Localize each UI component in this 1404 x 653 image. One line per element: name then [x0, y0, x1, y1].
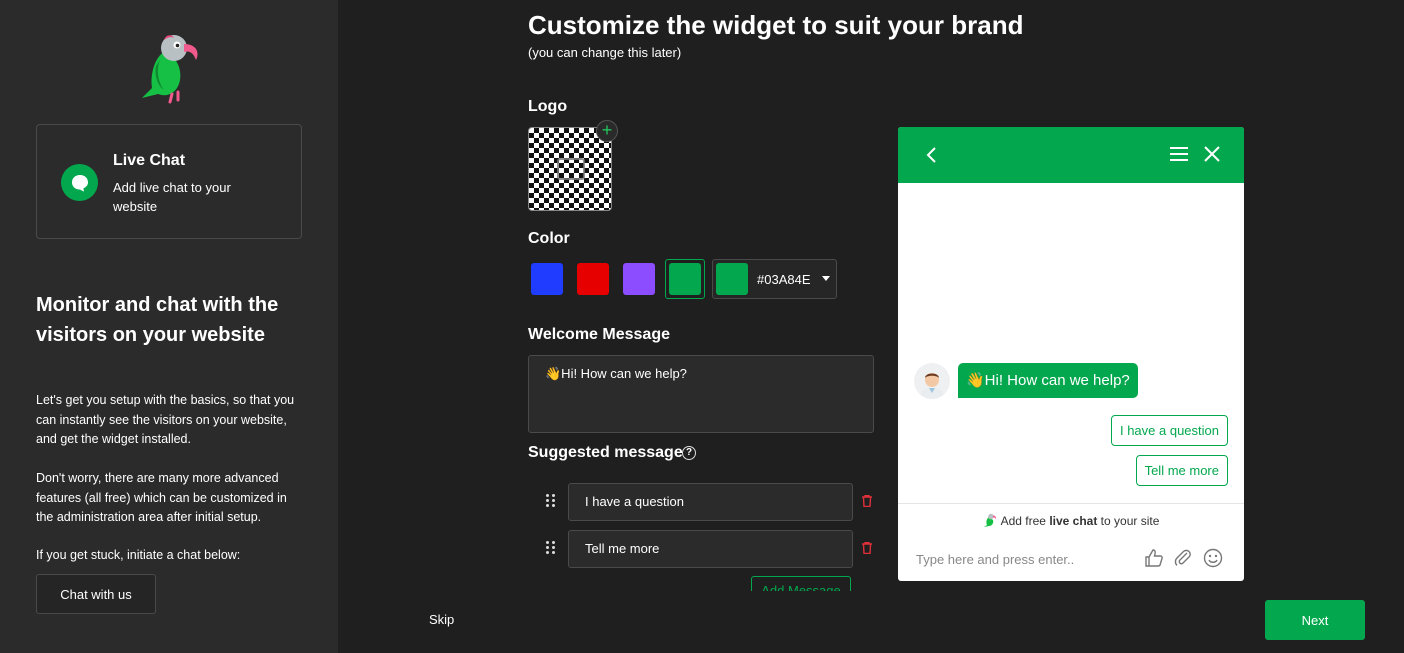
widget-suggestion-button[interactable]: Tell me more: [1135, 455, 1228, 486]
custom-color-picker[interactable]: #03A84E: [712, 259, 837, 299]
skip-link[interactable]: Skip: [429, 612, 454, 627]
branding-prefix: Add free: [1000, 514, 1050, 528]
widget-branding[interactable]: Add free live chat to your site: [898, 513, 1244, 528]
chevron-left-icon[interactable]: [924, 145, 940, 165]
add-message-button-wrap: Add Message: [751, 576, 851, 591]
suggested-label: Suggested message: [528, 444, 683, 461]
color-swatch-blue[interactable]: [531, 263, 563, 295]
smiley-icon[interactable]: [1203, 548, 1223, 568]
menu-icon[interactable]: [1170, 146, 1188, 162]
chevron-down-icon: [822, 276, 830, 281]
widget-header: [898, 127, 1244, 183]
parrot-logo-icon: [983, 513, 996, 527]
page-title: Customize the widget to suit your brand: [528, 10, 1024, 40]
question-circle-icon[interactable]: ?: [682, 446, 696, 460]
suggested-message-input[interactable]: Tell me more: [568, 530, 853, 568]
logo-label: Logo: [528, 98, 568, 115]
sidebar-paragraph: If you get stuck, initiate a chat below:: [36, 548, 241, 562]
sidebar: Live Chat Add live chat to your website …: [0, 0, 338, 653]
parrot-logo-icon: [142, 35, 198, 104]
product-title: Live Chat: [113, 152, 186, 169]
welcome-message-input[interactable]: 👋Hi! How can we help?: [528, 355, 874, 433]
widget-welcome-bubble: 👋Hi! How can we help?: [958, 363, 1138, 398]
chat-with-us-button[interactable]: Chat with us: [36, 574, 156, 614]
color-label: Color: [528, 230, 570, 247]
page-subtitle: (you can change this later): [528, 45, 682, 60]
sidebar-paragraph: Don't worry, there are many more advance…: [36, 471, 287, 524]
drag-handle-icon[interactable]: [546, 541, 558, 555]
widget-preview: 👋Hi! How can we help? I have a question …: [898, 127, 1244, 581]
paperclip-icon[interactable]: [1173, 548, 1193, 568]
color-hex-value: #03A84E: [757, 272, 811, 287]
widget-divider: [898, 503, 1244, 504]
trash-icon[interactable]: [862, 542, 872, 554]
widget-suggestion-button[interactable]: I have a question: [1110, 415, 1228, 446]
welcome-label: Welcome Message: [528, 326, 670, 343]
custom-color-swatch: [716, 263, 748, 295]
close-icon[interactable]: [1203, 145, 1221, 163]
chat-bubble-icon: [61, 164, 98, 201]
thumbs-up-icon[interactable]: [1144, 548, 1164, 568]
add-logo-button[interactable]: +: [596, 120, 618, 142]
suggested-message-input[interactable]: I have a question: [568, 483, 853, 521]
color-swatch-red[interactable]: [577, 263, 609, 295]
next-button[interactable]: Next: [1265, 600, 1365, 640]
trash-icon[interactable]: [862, 495, 872, 507]
drag-handle-icon[interactable]: [546, 494, 558, 508]
color-swatch-green[interactable]: [665, 259, 705, 299]
product-description: Add live chat to your website: [113, 180, 231, 214]
sidebar-paragraph: Let's get you setup with the basics, so …: [36, 393, 295, 446]
agent-avatar: [914, 363, 950, 399]
branding-suffix: to your site: [1097, 514, 1160, 528]
product-card-live-chat[interactable]: Live Chat Add live chat to your website: [36, 124, 302, 239]
widget-message-input[interactable]: Type here and press enter..: [916, 552, 1074, 567]
add-message-button[interactable]: Add Message: [751, 576, 851, 591]
sidebar-heading: Monitor and chat with the visitors on yo…: [36, 294, 279, 346]
branding-bold: live chat: [1049, 514, 1098, 528]
image-placeholder-icon: [557, 158, 585, 180]
color-swatch-purple[interactable]: [623, 263, 655, 295]
